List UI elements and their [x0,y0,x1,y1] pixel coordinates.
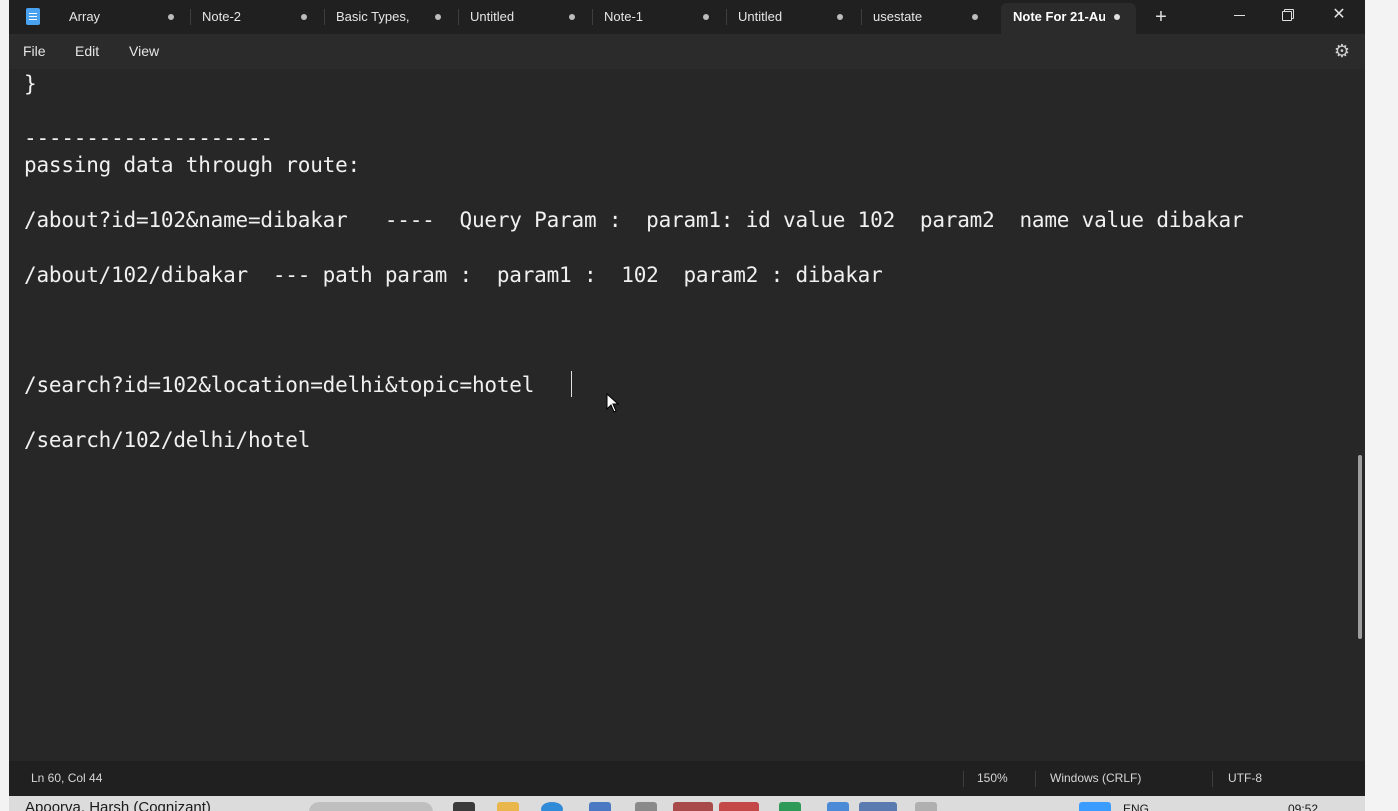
scrollbar-thumb[interactable] [1358,455,1362,639]
cursor-position[interactable]: Ln 60, Col 44 [31,761,102,796]
taskbar-app-icon[interactable] [635,802,657,811]
notepad-icon [26,8,40,25]
editor-line: -------------------- [24,126,273,150]
editor-line: /about/102/dibakar --- path param : para… [24,263,883,287]
encoding[interactable]: UTF-8 [1228,761,1262,796]
tab-basic-types[interactable]: Basic Types, [324,3,457,34]
menu-view[interactable]: View [129,34,159,69]
editor-line: /search/102/delhi/hotel [24,428,311,452]
tab-array[interactable]: Array [57,3,190,34]
taskbar-app-icon[interactable] [673,802,713,811]
taskbar-search[interactable] [309,802,433,811]
tab-untitled-1[interactable]: Untitled [458,3,591,34]
unsaved-dot-icon[interactable] [301,14,307,20]
tab-bar: Array Note-2 Basic Types, Untitled Note-… [9,0,1365,34]
status-divider [1212,771,1213,787]
notepad-taskbar-icon[interactable] [859,802,897,811]
menu-edit[interactable]: Edit [75,34,99,69]
text-caret [571,371,572,397]
tab-label: Note-2 [202,9,242,24]
unsaved-dot-icon[interactable] [1114,14,1120,20]
tab-note-1[interactable]: Note-1 [592,3,725,34]
new-tab-button[interactable]: + [1149,4,1173,30]
taskbar-app-icon[interactable] [915,802,937,811]
tab-note-for-21-au[interactable]: Note For 21-Au [1001,3,1136,34]
tab-label: Basic Types, [336,9,410,24]
unsaved-dot-icon[interactable] [435,14,441,20]
tab-label: Untitled [738,9,783,24]
taskbar-clock[interactable]: 09:52 [1288,802,1318,811]
unsaved-dot-icon[interactable] [972,14,978,20]
editor-line: passing data through route: [24,153,360,177]
browser-icon[interactable] [541,802,563,811]
menu-bar: File Edit View ⚙ [9,34,1365,69]
tab-usestate[interactable]: usestate [861,3,994,34]
unsaved-dot-icon[interactable] [837,14,843,20]
taskbar-app-icon[interactable] [453,802,475,811]
taskbar-app-icon[interactable] [1079,802,1111,811]
editor-line: /about?id=102&name=dibakar ---- Query Pa… [24,208,1244,232]
line-ending[interactable]: Windows (CRLF) [1050,761,1141,796]
gear-icon[interactable]: ⚙ [1332,41,1352,61]
status-bar: Ln 60, Col 44 150% Windows (CRLF) UTF-8 [9,761,1365,796]
tab-untitled-2[interactable]: Untitled [726,3,859,34]
mail-icon[interactable] [589,802,611,811]
tab-label: Note-1 [604,9,644,24]
status-divider [963,771,964,787]
close-button[interactable]: ✕ [1316,0,1362,32]
tab-label: usestate [873,9,923,24]
tab-label: Untitled [470,9,515,24]
text-editor[interactable]: } -------------------- passing data thro… [9,69,1365,761]
zoom-level[interactable]: 150% [977,761,1008,796]
tab-label: Array [69,9,101,24]
taskbar: Apoorva, Harsh (Cognizant) ENG 09:52 [9,796,1365,811]
status-divider [1035,771,1036,787]
taskbar-user-label[interactable]: Apoorva, Harsh (Cognizant) [25,800,211,811]
editor-line: } [24,72,37,96]
language-indicator[interactable]: ENG [1123,802,1149,811]
mouse-pointer-icon [606,393,620,413]
notepad-window: Array Note-2 Basic Types, Untitled Note-… [9,0,1365,811]
tab-note-2[interactable]: Note-2 [190,3,323,34]
vertical-scrollbar[interactable] [1355,69,1365,761]
taskbar-app-icon[interactable] [827,802,849,811]
minimize-button[interactable] [1217,0,1263,32]
editor-line: /search?id=102&location=delhi&topic=hote… [24,373,535,397]
maximize-button[interactable] [1265,0,1311,32]
taskbar-app-icon[interactable] [719,802,759,811]
unsaved-dot-icon[interactable] [703,14,709,20]
menu-file[interactable]: File [23,34,46,69]
unsaved-dot-icon[interactable] [569,14,575,20]
unsaved-dot-icon[interactable] [168,14,174,20]
taskbar-app-icon[interactable] [779,802,801,811]
folder-icon[interactable] [497,802,519,811]
tab-label: Note For 21-Au [1013,9,1105,24]
